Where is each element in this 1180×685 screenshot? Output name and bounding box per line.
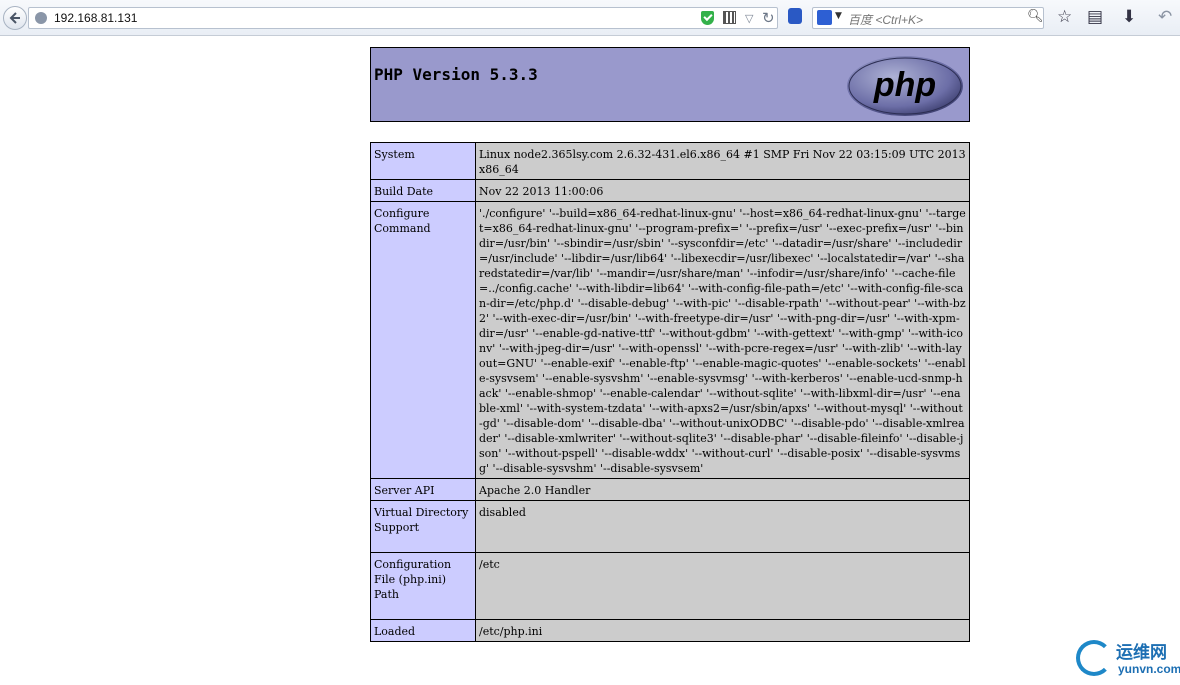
- extension-icon[interactable]: [788, 8, 802, 24]
- table-row: Server API Apache 2.0 Handler: [370, 478, 970, 501]
- row-key: System: [370, 142, 476, 180]
- row-key: Server API: [370, 478, 476, 501]
- row-key: Build Date: [370, 179, 476, 202]
- row-key: Configure Command: [370, 201, 476, 479]
- back-arrow-icon: [9, 12, 20, 24]
- watermark-site: yunvn.com: [1118, 662, 1180, 676]
- back-button[interactable]: [3, 6, 27, 30]
- site-watermark: 运维网 yunvn.com: [1074, 638, 1180, 684]
- table-row: Build Date Nov 22 2013 11:00:06: [370, 179, 970, 202]
- table-row: Configure Command './configure' '--build…: [370, 201, 970, 479]
- table-row: Configuration File (php.ini) Path /etc: [370, 552, 970, 620]
- chevron-down-icon[interactable]: ▽: [745, 12, 753, 25]
- row-key: Configuration File (php.ini) Path: [370, 552, 476, 620]
- magnifier-icon[interactable]: 🔍︎: [1027, 9, 1044, 24]
- browser-toolbar: 192.168.81.131 ▽ ↻ ▼ 百度 <Ctrl+K> 🔍︎ ☆ ▤ …: [0, 0, 1180, 36]
- watermark-name: 运维网: [1116, 643, 1167, 663]
- table-row: Loaded /etc/php.ini: [370, 619, 970, 642]
- watermark-logo-icon: [1076, 640, 1112, 676]
- search-engine-icon[interactable]: [817, 10, 832, 25]
- row-value: './configure' '--build=x86_64-redhat-lin…: [475, 201, 970, 479]
- phpinfo-header: PHP Version 5.3.3 php: [370, 47, 970, 122]
- bookmarks-list-icon[interactable]: ▤: [1087, 6, 1103, 28]
- version-banner: PHP Version 5.3.3 php: [370, 47, 970, 122]
- star-icon[interactable]: ☆: [1057, 6, 1072, 28]
- search-bar[interactable]: ▼ 百度 <Ctrl+K> 🔍︎: [812, 7, 1044, 29]
- globe-icon: [35, 12, 47, 24]
- row-value: Nov 22 2013 11:00:06: [475, 179, 970, 202]
- table-row: Virtual Directory Support disabled: [370, 500, 970, 553]
- row-value: Apache 2.0 Handler: [475, 478, 970, 501]
- search-input[interactable]: 百度 <Ctrl+K>: [848, 11, 923, 28]
- row-value: Linux node2.365lsy.com 2.6.32-431.el6.x8…: [475, 142, 970, 180]
- page-title: PHP Version 5.3.3: [374, 65, 538, 84]
- download-arrow-icon[interactable]: ⬇: [1122, 6, 1136, 28]
- php-logo-text: php: [873, 66, 936, 104]
- php-logo[interactable]: php: [845, 54, 965, 118]
- undo-icon[interactable]: ↶: [1158, 6, 1172, 28]
- row-value: disabled: [475, 500, 970, 553]
- row-key: Virtual Directory Support: [370, 500, 476, 553]
- phpinfo-table: System Linux node2.365lsy.com 2.6.32-431…: [370, 142, 970, 642]
- table-row: System Linux node2.365lsy.com 2.6.32-431…: [370, 142, 970, 180]
- qr-code-icon[interactable]: [723, 11, 736, 24]
- reload-icon[interactable]: ↻: [762, 9, 775, 27]
- address-bar[interactable]: 192.168.81.131 ▽ ↻: [28, 7, 778, 29]
- shield-check-icon[interactable]: [701, 11, 714, 25]
- url-text[interactable]: 192.168.81.131: [54, 11, 137, 25]
- row-key: Loaded: [370, 619, 476, 642]
- engine-dropdown-icon[interactable]: ▼: [835, 11, 842, 21]
- row-value: /etc/php.ini: [475, 619, 970, 642]
- row-value: /etc: [475, 552, 970, 620]
